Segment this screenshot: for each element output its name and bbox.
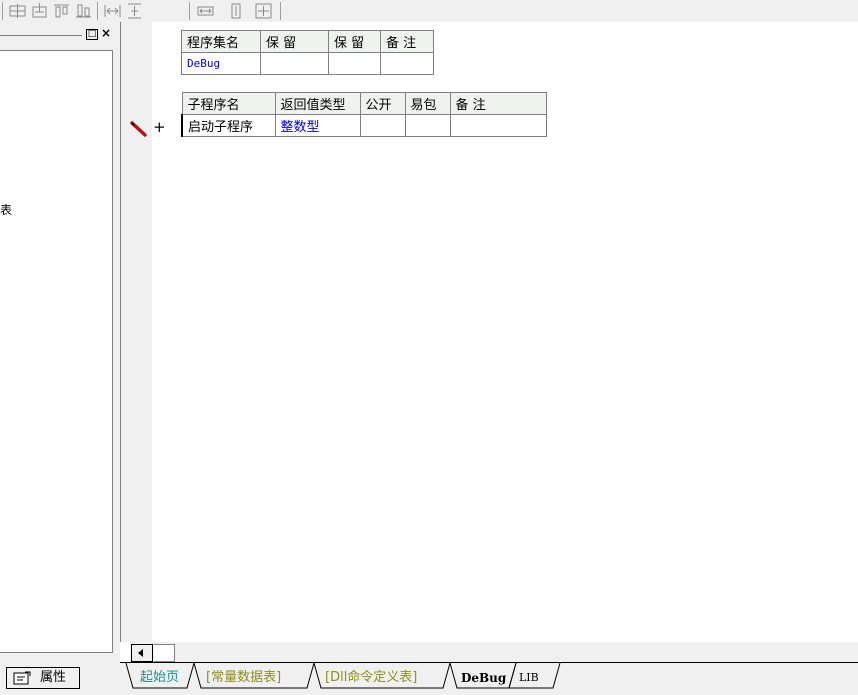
align-horizontal-center-icon[interactable] [8, 2, 28, 20]
scroll-left-button[interactable] [131, 644, 153, 662]
assembly-name-cell[interactable]: DeBug [181, 52, 261, 75]
toolbar-separator [280, 2, 281, 20]
properties-tab[interactable]: 属性 [6, 667, 80, 689]
properties-icon [13, 671, 31, 692]
subroutine-name-cell[interactable]: 启动子程序 [181, 114, 276, 137]
assembly-header-reserved: 保 留 [260, 30, 329, 53]
assembly-reserved-cell[interactable] [260, 52, 329, 75]
tab-constant-data-table[interactable]: [常量数据表] [206, 670, 281, 686]
toolbar-separator [2, 2, 3, 20]
assembly-reserved-cell[interactable] [328, 52, 381, 75]
document-tabbar: 起始页 [常量数据表] [Dll命令定义表] DeBug LIB [120, 662, 858, 695]
subroutine-return-type-cell[interactable]: 整数型 [274, 114, 361, 137]
align-bottom-icon[interactable] [74, 2, 94, 20]
tab-start-page[interactable]: 起始页 [140, 670, 179, 686]
subroutine-header-easy-package: 易包 [404, 92, 451, 115]
assembly-table: 程序集名 保 留 保 留 备 注 DeBug [181, 30, 434, 75]
assembly-header-reserved: 保 留 [328, 30, 381, 53]
same-size-icon[interactable] [254, 2, 274, 20]
subroutine-header-name: 子程序名 [181, 92, 276, 115]
tab-debug[interactable]: DeBug [461, 670, 506, 686]
subroutine-easy-package-cell[interactable] [404, 114, 451, 137]
subroutine-header-public: 公开 [359, 92, 406, 115]
assembly-note-cell[interactable] [380, 52, 434, 75]
space-horizontal-icon[interactable] [103, 2, 123, 20]
tab-lib[interactable]: LIB [519, 670, 539, 686]
tree-item-fragment[interactable]: 表 [0, 201, 12, 218]
table-row[interactable]: 启动子程序 整数型 [181, 114, 547, 137]
space-vertical-icon[interactable] [125, 2, 145, 20]
assembly-header-note: 备 注 [380, 30, 434, 53]
properties-tab-label: 属性 [40, 670, 67, 685]
toolbar-separator [97, 2, 98, 20]
code-editor[interactable]: 程序集名 保 留 保 留 备 注 DeBug 子程序名 返回值类型 公开 易包 … [152, 22, 858, 642]
subroutine-header-row: 子程序名 返回值类型 公开 易包 备 注 [181, 92, 547, 115]
restore-icon[interactable]: □ [86, 29, 98, 40]
subroutine-table: 子程序名 返回值类型 公开 易包 备 注 启动子程序 整数型 [181, 92, 547, 137]
tab-dll-command-table[interactable]: [Dll命令定义表] [325, 670, 417, 686]
align-top-icon[interactable] [52, 2, 72, 20]
subroutine-note-cell[interactable] [449, 114, 547, 137]
toolbar-separator [189, 2, 190, 20]
editor-gutter [120, 22, 152, 642]
expand-icon[interactable]: + [153, 120, 166, 135]
assembly-header-name: 程序集名 [181, 30, 261, 53]
close-icon[interactable]: × [100, 27, 112, 40]
assembly-header-row: 程序集名 保 留 保 留 备 注 [181, 30, 434, 53]
subroutine-public-cell[interactable] [359, 114, 406, 137]
arrow-left-icon [138, 649, 143, 657]
align-vertical-center-icon[interactable] [30, 2, 50, 20]
left-panel: □ × 表 属性 [0, 22, 120, 695]
subroutine-header-note: 备 注 [449, 92, 547, 115]
table-row[interactable]: DeBug [181, 52, 434, 75]
program-tree[interactable]: 表 [0, 50, 113, 653]
panel-title-grip [0, 35, 82, 36]
subroutine-header-return-type: 返回值类型 [274, 92, 361, 115]
horizontal-scrollbar[interactable] [130, 642, 858, 662]
same-height-icon[interactable] [226, 2, 246, 20]
pencil-icon [130, 120, 148, 142]
designer-toolbar [0, 0, 858, 23]
same-width-icon[interactable] [196, 2, 216, 20]
scroll-track[interactable] [154, 644, 175, 662]
